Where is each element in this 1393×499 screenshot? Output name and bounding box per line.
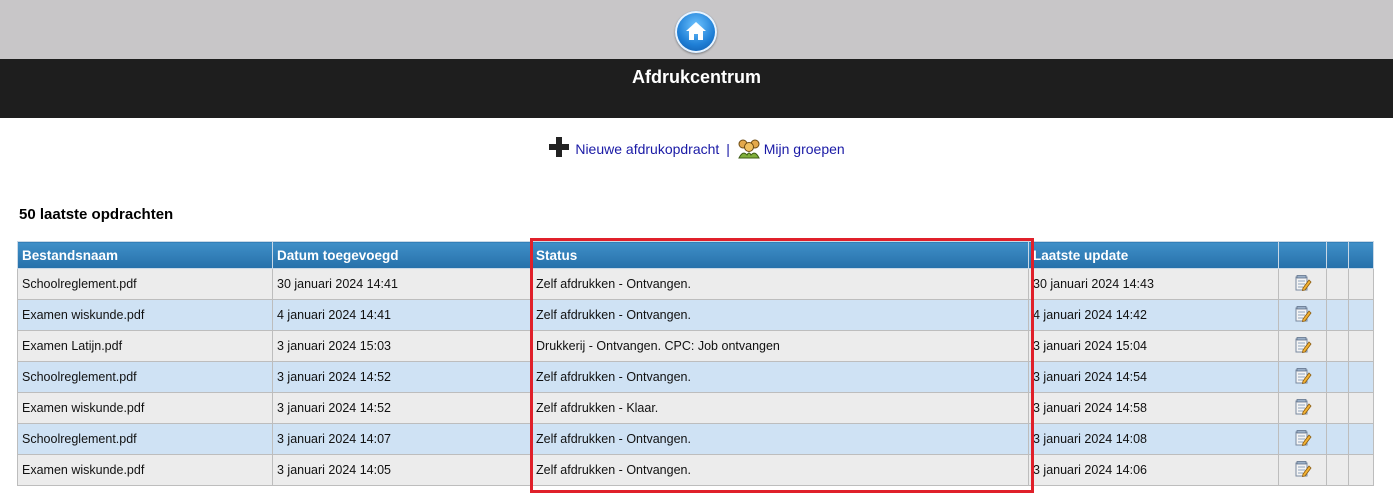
cell-last-update: 3 januari 2024 14:08 bbox=[1028, 423, 1279, 455]
cell-date-added: 3 januari 2024 15:03 bbox=[272, 330, 532, 362]
cell-empty bbox=[1348, 392, 1374, 424]
cell-empty bbox=[1348, 268, 1374, 300]
edit-button[interactable] bbox=[1278, 361, 1327, 393]
link-separator: | bbox=[726, 141, 730, 157]
home-button[interactable] bbox=[675, 11, 717, 53]
cell-status: Drukkerij - Ontvangen. CPC: Job ontvange… bbox=[531, 330, 1029, 362]
column-header-status[interactable]: Status bbox=[531, 241, 1029, 269]
table-header-row: Bestandsnaam Datum toegevoegd Status Laa… bbox=[17, 241, 1374, 269]
edit-icon bbox=[1294, 429, 1312, 450]
cell-filename: Examen wiskunde.pdf bbox=[17, 392, 273, 424]
table-row: Examen wiskunde.pdf 4 januari 2024 14:41… bbox=[17, 299, 1374, 331]
edit-icon bbox=[1294, 305, 1312, 326]
cell-empty bbox=[1326, 423, 1349, 455]
cell-last-update: 30 januari 2024 14:43 bbox=[1028, 268, 1279, 300]
cell-status: Zelf afdrukken - Ontvangen. bbox=[531, 361, 1029, 393]
cell-last-update: 3 januari 2024 15:04 bbox=[1028, 330, 1279, 362]
edit-icon bbox=[1294, 398, 1312, 419]
cell-date-added: 4 januari 2024 14:41 bbox=[272, 299, 532, 331]
cell-last-update: 3 januari 2024 14:58 bbox=[1028, 392, 1279, 424]
column-header-edit bbox=[1278, 241, 1327, 269]
cell-status: Zelf afdrukken - Ontvangen. bbox=[531, 299, 1029, 331]
edit-icon bbox=[1294, 367, 1312, 388]
column-header-last-update[interactable]: Laatste update bbox=[1028, 241, 1279, 269]
cell-filename: Examen wiskunde.pdf bbox=[17, 454, 273, 486]
cell-filename: Examen wiskunde.pdf bbox=[17, 299, 273, 331]
my-groups-label: Mijn groepen bbox=[763, 141, 845, 157]
table-row: Examen wiskunde.pdf 3 januari 2024 14:52… bbox=[17, 392, 1374, 424]
cell-empty bbox=[1348, 330, 1374, 362]
cell-empty bbox=[1348, 423, 1374, 455]
table-row: Examen wiskunde.pdf 3 januari 2024 14:05… bbox=[17, 454, 1374, 486]
column-header-filename[interactable]: Bestandsnaam bbox=[17, 241, 273, 269]
my-groups-link[interactable]: Mijn groepen bbox=[737, 139, 845, 159]
cell-status: Zelf afdrukken - Ontvangen. bbox=[531, 454, 1029, 486]
page-title: Afdrukcentrum bbox=[631, 67, 761, 87]
edit-button[interactable] bbox=[1278, 268, 1327, 300]
edit-button[interactable] bbox=[1278, 330, 1327, 362]
cell-date-added: 3 januari 2024 14:52 bbox=[272, 392, 532, 424]
column-header-extra-2 bbox=[1348, 241, 1374, 269]
cell-empty bbox=[1326, 361, 1349, 393]
title-bar: Afdrukcentrum bbox=[0, 59, 1393, 118]
column-header-extra-1 bbox=[1326, 241, 1349, 269]
edit-button[interactable] bbox=[1278, 392, 1327, 424]
new-job-label: Nieuwe afdrukopdracht bbox=[575, 141, 720, 157]
cell-date-added: 30 januari 2024 14:41 bbox=[272, 268, 532, 300]
action-links: Nieuwe afdrukopdracht | Mijn groepen bbox=[0, 136, 1393, 159]
new-job-link[interactable]: Nieuwe afdrukopdracht bbox=[548, 137, 723, 157]
cell-filename: Examen Latijn.pdf bbox=[17, 330, 273, 362]
cell-filename: Schoolreglement.pdf bbox=[17, 268, 273, 300]
cell-last-update: 3 januari 2024 14:06 bbox=[1028, 454, 1279, 486]
edit-button[interactable] bbox=[1278, 423, 1327, 455]
cell-empty bbox=[1326, 299, 1349, 331]
cell-status: Zelf afdrukken - Ontvangen. bbox=[531, 423, 1029, 455]
cell-date-added: 3 januari 2024 14:05 bbox=[272, 454, 532, 486]
cell-last-update: 4 januari 2024 14:42 bbox=[1028, 299, 1279, 331]
cell-status: Zelf afdrukken - Ontvangen. bbox=[531, 268, 1029, 300]
cell-empty bbox=[1348, 454, 1374, 486]
plus-icon bbox=[549, 137, 570, 157]
cell-status: Zelf afdrukken - Klaar. bbox=[531, 392, 1029, 424]
edit-button[interactable] bbox=[1278, 299, 1327, 331]
edit-icon bbox=[1294, 460, 1312, 481]
cell-empty bbox=[1348, 299, 1374, 331]
table-row: Schoolreglement.pdf 3 januari 2024 14:07… bbox=[17, 423, 1374, 455]
cell-filename: Schoolreglement.pdf bbox=[17, 361, 273, 393]
table-row: Schoolreglement.pdf 30 januari 2024 14:4… bbox=[17, 268, 1374, 300]
home-icon bbox=[686, 22, 706, 40]
top-bar bbox=[0, 0, 1393, 59]
column-header-date-added[interactable]: Datum toegevoegd bbox=[272, 241, 532, 269]
cell-empty bbox=[1326, 268, 1349, 300]
cell-empty bbox=[1326, 330, 1349, 362]
cell-filename: Schoolreglement.pdf bbox=[17, 423, 273, 455]
jobs-table: Bestandsnaam Datum toegevoegd Status Laa… bbox=[17, 241, 1374, 486]
group-icon bbox=[737, 139, 760, 159]
cell-last-update: 3 januari 2024 14:54 bbox=[1028, 361, 1279, 393]
section-title: 50 laatste opdrachten bbox=[19, 206, 174, 223]
table-row: Examen Latijn.pdf 3 januari 2024 15:03 D… bbox=[17, 330, 1374, 362]
edit-icon bbox=[1294, 336, 1312, 357]
table-row: Schoolreglement.pdf 3 januari 2024 14:52… bbox=[17, 361, 1374, 393]
cell-empty bbox=[1348, 361, 1374, 393]
edit-icon bbox=[1294, 274, 1312, 295]
cell-date-added: 3 januari 2024 14:52 bbox=[272, 361, 532, 393]
cell-empty bbox=[1326, 392, 1349, 424]
edit-button[interactable] bbox=[1278, 454, 1327, 486]
cell-date-added: 3 januari 2024 14:07 bbox=[272, 423, 532, 455]
cell-empty bbox=[1326, 454, 1349, 486]
